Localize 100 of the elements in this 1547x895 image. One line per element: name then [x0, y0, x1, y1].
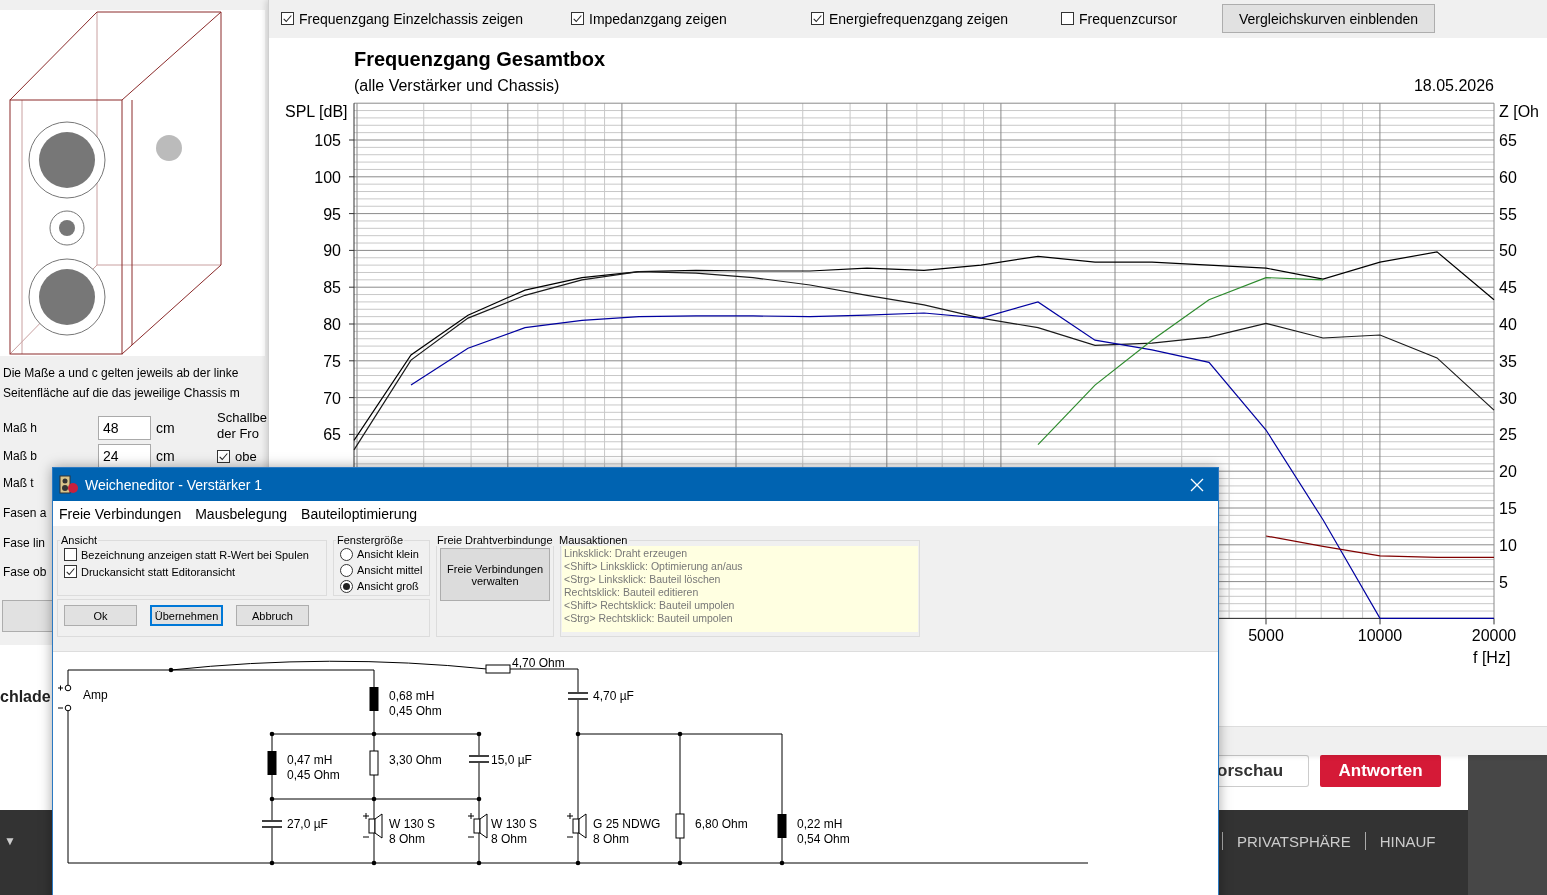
axis-tick-label: 70 — [323, 389, 341, 407]
capacitor-symbol[interactable] — [468, 755, 490, 763]
radio-button[interactable] — [340, 547, 353, 561]
field-label: Fasen a — [3, 506, 48, 520]
axis-tick-label: 75 — [323, 352, 341, 370]
checkbox-option[interactable]: Energiefrequenzgang zeigen — [811, 10, 1061, 27]
chart-subtitle: (alle Verstärker und Chassis) — [354, 76, 560, 94]
axis-title: f [Hz] — [1473, 648, 1511, 666]
menu-item[interactable]: Mausbelegung — [195, 505, 288, 522]
checkbox[interactable] — [1061, 12, 1074, 26]
axis-tick-label: 10000 — [1357, 627, 1403, 645]
axis-title: Z [Oh — [1499, 102, 1539, 120]
radio-option[interactable]: Ansicht groß — [340, 578, 425, 594]
preview-button[interactable]: orschau — [1217, 755, 1309, 787]
manage-connections-button[interactable]: Freie Verbindungen verwalten — [440, 548, 550, 601]
input-field[interactable]: 48 — [98, 416, 151, 440]
resistor-symbol[interactable] — [369, 750, 379, 776]
axis-tick-label: 85 — [323, 279, 341, 297]
inductor-symbol[interactable] — [267, 751, 277, 775]
footer-link[interactable]: HINAUF — [1379, 832, 1436, 850]
axis-tick-label: 20000 — [1471, 627, 1517, 645]
inductor-symbol[interactable] — [369, 687, 379, 711]
dialog-button[interactable]: Ok — [64, 605, 137, 626]
component-label: 4,70 µF — [593, 689, 634, 703]
secondary-tick-label: 40 — [1499, 315, 1517, 333]
secondary-tick-label: 5 — [1499, 573, 1508, 591]
radio-option[interactable]: Ansicht mittel — [340, 562, 425, 578]
secondary-tick-label: 30 — [1499, 389, 1517, 407]
speaker-app-icon — [59, 474, 79, 495]
menu-item[interactable]: Bauteiloptimierung — [301, 505, 418, 522]
radio-button[interactable] — [340, 579, 353, 593]
checkbox-option[interactable]: Bezeichnung anzeigen statt R-Wert bei Spulen — [64, 546, 322, 563]
secondary-tick-label: 55 — [1499, 205, 1517, 223]
capacitor-symbol[interactable] — [261, 820, 283, 828]
unit-label: cm — [156, 420, 175, 436]
note-text: Die Maße a und c gelten jeweils ab der linke — [3, 366, 239, 380]
dialog-button[interactable]: Übernehmen — [150, 605, 223, 626]
group-title: Ansicht — [60, 534, 99, 546]
axis-tick-label: 65 — [323, 426, 341, 444]
axis-tick-label: 5000 — [1248, 627, 1284, 645]
capacitor-symbol[interactable] — [567, 692, 589, 700]
checkbox[interactable] — [64, 565, 77, 578]
axis-tick-label: 95 — [323, 205, 341, 223]
field-label: Maß b — [3, 449, 38, 463]
field-label: Fase ob — [3, 565, 48, 579]
menu-item[interactable]: Freie Verbindungen — [59, 505, 182, 522]
chart-title: Frequenzgang Gesamtbox — [354, 47, 606, 70]
component-label: 6,80 Ohm — [695, 817, 748, 831]
component-label: W 130 S 8 Ohm — [389, 817, 436, 846]
checkbox[interactable] — [571, 12, 584, 26]
help-line: Linksklick: Draht erzeugen — [564, 547, 689, 560]
group-title: Fenstergröße — [336, 534, 405, 546]
terminal-drawing — [57, 684, 72, 712]
resistor-symbol[interactable] — [675, 813, 685, 839]
secondary-tick-label: 35 — [1499, 352, 1517, 370]
reply-button[interactable]: Antworten — [1320, 755, 1441, 787]
unit-label: cm — [156, 448, 175, 464]
radio-button[interactable] — [340, 563, 353, 577]
group-title: Mausaktionen — [558, 534, 629, 546]
footer-link[interactable]: PRIVATSPHÄRE — [1237, 832, 1351, 850]
axis-tick-label: 105 — [314, 131, 341, 149]
component-label: 0,68 mH 0,45 Ohm — [389, 689, 442, 718]
dropdown-arrow[interactable]: ▼ — [4, 834, 16, 848]
secondary-tick-label: 50 — [1499, 242, 1517, 260]
help-line: <Strg> Rechtsklick: Bauteil umpolen — [564, 612, 734, 625]
secondary-tick-label: 20 — [1499, 463, 1517, 481]
option-label: Schallbe — [217, 410, 267, 425]
checkbox[interactable] — [811, 12, 824, 26]
field-label: Maß t — [3, 476, 35, 490]
close-icon[interactable] — [1190, 477, 1204, 492]
secondary-tick-label: 45 — [1499, 279, 1517, 297]
inductor-symbol[interactable] — [777, 814, 787, 838]
dialog-button[interactable]: Abbruch — [236, 605, 309, 626]
input-field[interactable]: 24 — [98, 444, 151, 468]
component-label: 0,22 mH 0,54 Ohm — [797, 817, 850, 846]
option-label: der Fro — [217, 426, 259, 441]
compare-button[interactable]: Vergleichskurven einblenden — [1222, 4, 1435, 34]
window-title: Weicheneditor - Verstärker 1 — [85, 476, 264, 493]
component-label: 15,0 µF — [491, 753, 532, 767]
radio-option[interactable]: Ansicht klein — [340, 546, 425, 562]
secondary-tick-label: 60 — [1499, 168, 1517, 186]
checkbox[interactable] — [281, 12, 294, 26]
checkbox-option[interactable]: Frequenzcursor — [1061, 10, 1222, 27]
resistor-symbol[interactable] — [485, 664, 511, 674]
field-label: Fase lin — [3, 536, 47, 550]
speaker-symbol[interactable] — [566, 812, 587, 839]
checkbox[interactable] — [217, 450, 230, 463]
speaker-symbol[interactable] — [467, 812, 488, 839]
checkbox-option[interactable]: Impedanzgang zeigen — [571, 10, 811, 27]
chart-date: 18.05.2026 — [1413, 76, 1494, 94]
checkbox-option[interactable]: obe — [217, 449, 257, 464]
checkbox-option[interactable]: Druckansicht statt Editoransicht — [64, 563, 322, 580]
secondary-tick-label: 15 — [1499, 499, 1517, 517]
group-title: Freie Drahtverbindunge — [436, 534, 554, 546]
checkbox[interactable] — [64, 548, 77, 561]
speaker-symbol[interactable] — [362, 812, 383, 839]
checkbox-option[interactable]: Frequenzgang Einzelchassis zeigen — [281, 10, 571, 27]
component-label: 27,0 µF — [287, 817, 328, 831]
secondary-tick-label: 65 — [1499, 131, 1517, 149]
component-label: 4,70 Ohm — [512, 656, 565, 670]
